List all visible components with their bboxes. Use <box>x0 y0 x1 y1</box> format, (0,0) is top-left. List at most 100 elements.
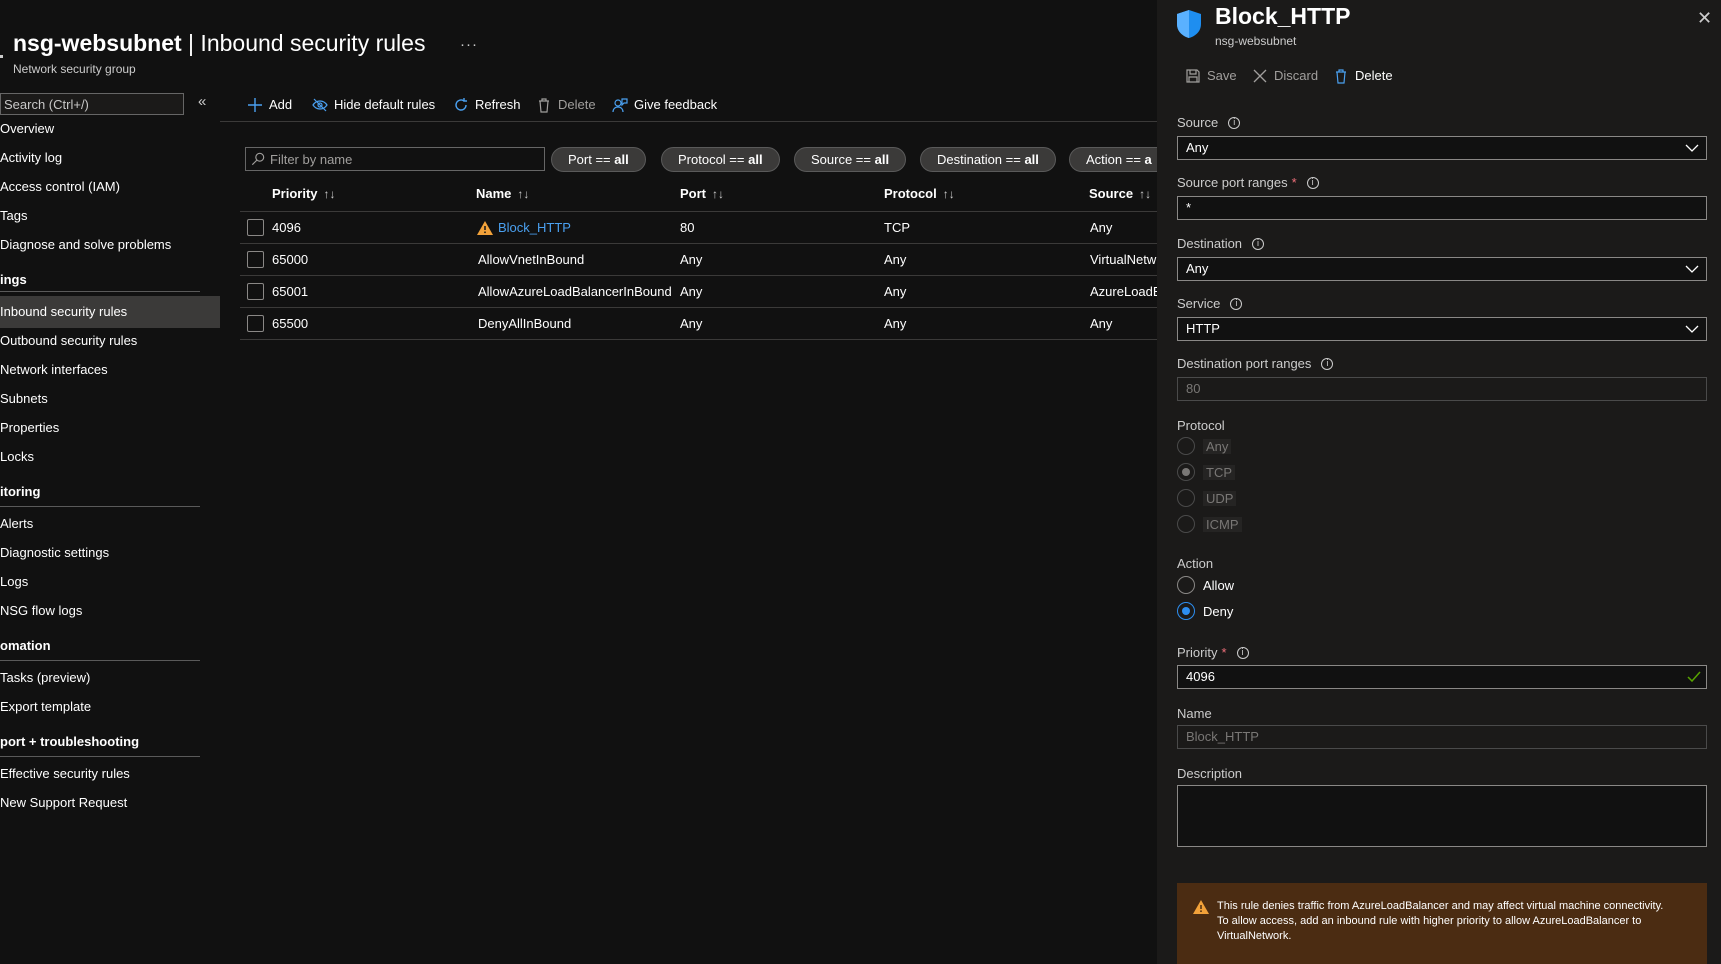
destination-label: Destination i <box>1177 236 1265 251</box>
priority-label: Priority * i <box>1177 645 1249 660</box>
filter-pill-source[interactable]: Source == all <box>794 147 907 172</box>
row-checkbox[interactable] <box>247 219 264 236</box>
menu-search-input[interactable] <box>0 93 184 115</box>
nav-group-divider <box>0 291 200 292</box>
save-button[interactable]: Save <box>1185 66 1237 86</box>
more-options-button[interactable]: ··· <box>460 36 478 53</box>
plus-icon <box>248 98 262 112</box>
nav-item-nsg-flow-logs[interactable]: NSG flow logs <box>0 595 220 627</box>
nav-item-subnets[interactable]: Subnets <box>0 383 220 415</box>
column-header-source[interactable]: Source ↑↓ <box>1089 186 1151 201</box>
discard-button[interactable]: Discard <box>1252 66 1318 86</box>
filter-pill-protocol[interactable]: Protocol == all <box>661 147 780 172</box>
destination-dropdown[interactable]: Any <box>1177 257 1707 281</box>
service-dropdown[interactable]: HTTP <box>1177 317 1707 341</box>
source-port-ranges-input[interactable]: * <box>1177 196 1707 220</box>
table-row[interactable]: 65000 AllowVnetInBound Any Any VirtualNe… <box>240 244 1157 276</box>
protocol-radio-tcp[interactable]: TCP <box>1177 462 1235 482</box>
nav-item-properties[interactable]: Properties <box>0 412 220 444</box>
cell-name: AllowVnetInBound <box>478 252 585 267</box>
nav-item-diagnostic-settings[interactable]: Diagnostic settings <box>0 537 220 569</box>
add-button[interactable]: Add <box>247 94 292 116</box>
sort-icon: ↑↓ <box>1139 187 1152 201</box>
column-header-priority[interactable]: Priority ↑↓ <box>272 186 336 201</box>
chevron-down-icon <box>1685 265 1699 273</box>
cell-source: Any <box>1090 220 1113 235</box>
delete-button[interactable]: Delete <box>536 94 596 116</box>
nav-item-effective-rules[interactable]: Effective security rules <box>0 758 220 790</box>
nav-item-tasks[interactable]: Tasks (preview) <box>0 662 220 694</box>
info-icon: i <box>1321 357 1334 370</box>
give-feedback-button[interactable]: Give feedback <box>612 94 717 116</box>
collapse-menu-button[interactable]: « <box>198 93 206 110</box>
nav-item-access-control[interactable]: Access control (IAM) <box>0 171 220 203</box>
nav-group-settings: ings <box>0 272 27 287</box>
description-label: Description <box>1177 766 1243 781</box>
eye-hide-icon <box>312 98 328 112</box>
action-radio-allow[interactable]: Allow <box>1177 575 1234 595</box>
nav-group-support: port + troubleshooting <box>0 734 140 749</box>
cell-protocol: TCP <box>884 220 910 235</box>
cell-priority: 65001 <box>272 284 309 299</box>
column-header-protocol[interactable]: Protocol ↑↓ <box>884 186 955 201</box>
page-title: nsg-websubnet | Inbound security rules <box>13 30 426 56</box>
filter-pill-action[interactable]: Action == a <box>1069 147 1157 172</box>
row-checkbox[interactable] <box>247 251 264 268</box>
source-dropdown[interactable]: Any <box>1177 136 1707 160</box>
table-row[interactable]: 4096 Block_HTTP 80 TCP Any <box>240 212 1157 244</box>
name-input[interactable]: Block_HTTP <box>1177 725 1707 749</box>
info-icon: i <box>1252 237 1265 250</box>
nav-item-export-template[interactable]: Export template <box>0 691 220 723</box>
column-header-name[interactable]: Name ↑↓ <box>476 186 529 201</box>
protocol-radio-any[interactable]: Any <box>1177 436 1232 456</box>
source-label: Source i <box>1177 115 1241 130</box>
nav-item-activity-log[interactable]: Activity log <box>0 142 220 174</box>
nav-item-outbound-rules[interactable]: Outbound security rules <box>0 325 220 357</box>
sort-icon: ↑↓ <box>942 187 955 201</box>
cell-source: Any <box>1090 316 1113 331</box>
info-icon: i <box>1236 646 1249 659</box>
destination-port-ranges-input[interactable]: 80 <box>1177 377 1707 401</box>
nav-item-tags[interactable]: Tags <box>0 200 220 232</box>
nav-item-network-interfaces[interactable]: Network interfaces <box>0 354 220 386</box>
nav-item-inbound-rules[interactable]: Inbound security rules <box>0 296 220 328</box>
cell-protocol: Any <box>884 252 907 267</box>
table-row[interactable]: 65001 AllowAzureLoadBalancerInBound Any … <box>240 276 1157 308</box>
nav-item-overview[interactable]: Overview <box>0 113 220 145</box>
row-checkbox[interactable] <box>247 315 264 332</box>
table-row[interactable]: 65500 DenyAllInBound Any Any Any <box>240 308 1157 340</box>
name-label: Name <box>1177 706 1212 721</box>
protocol-radio-udp[interactable]: UDP <box>1177 488 1237 508</box>
row-divider <box>240 339 1157 340</box>
info-icon: i <box>1306 176 1319 189</box>
column-header-port[interactable]: Port ↑↓ <box>680 186 724 201</box>
description-textarea[interactable] <box>1177 785 1707 847</box>
hide-default-rules-button[interactable]: Hide default rules <box>312 94 435 116</box>
nav-item-support-request[interactable]: New Support Request <box>0 787 220 819</box>
header-mark <box>0 55 3 58</box>
protocol-radio-icmp[interactable]: ICMP <box>1177 514 1242 534</box>
action-radio-deny[interactable]: Deny <box>1177 601 1233 621</box>
feedback-icon <box>612 98 628 113</box>
page-header: nsg-websubnet | Inbound security rules ·… <box>0 0 1157 90</box>
filter-by-name-input[interactable] <box>245 147 545 171</box>
search-icon <box>251 152 265 166</box>
panel-title: Block_HTTP <box>1215 3 1351 29</box>
refresh-icon <box>455 98 467 111</box>
filter-pill-destination[interactable]: Destination == all <box>920 147 1056 172</box>
nav-item-logs[interactable]: Logs <box>0 566 220 598</box>
warning-icon <box>1193 900 1209 914</box>
refresh-button[interactable]: Refresh <box>453 94 521 116</box>
cell-name: DenyAllInBound <box>478 316 572 331</box>
nav-item-locks[interactable]: Locks <box>0 441 220 473</box>
warning-icon <box>477 221 493 235</box>
cell-source: VirtualNetw <box>1090 252 1157 267</box>
filter-pill-port[interactable]: Port == all <box>551 147 646 172</box>
close-icon[interactable]: ✕ <box>1697 8 1712 29</box>
delete-rule-button[interactable]: Delete <box>1333 66 1393 86</box>
row-checkbox[interactable] <box>247 283 264 300</box>
nav-item-diagnose[interactable]: Diagnose and solve problems <box>0 229 220 261</box>
nav-item-alerts[interactable]: Alerts <box>0 508 220 540</box>
priority-input[interactable]: 4096 <box>1177 665 1707 689</box>
rule-name-link[interactable]: Block_HTTP <box>498 212 571 244</box>
